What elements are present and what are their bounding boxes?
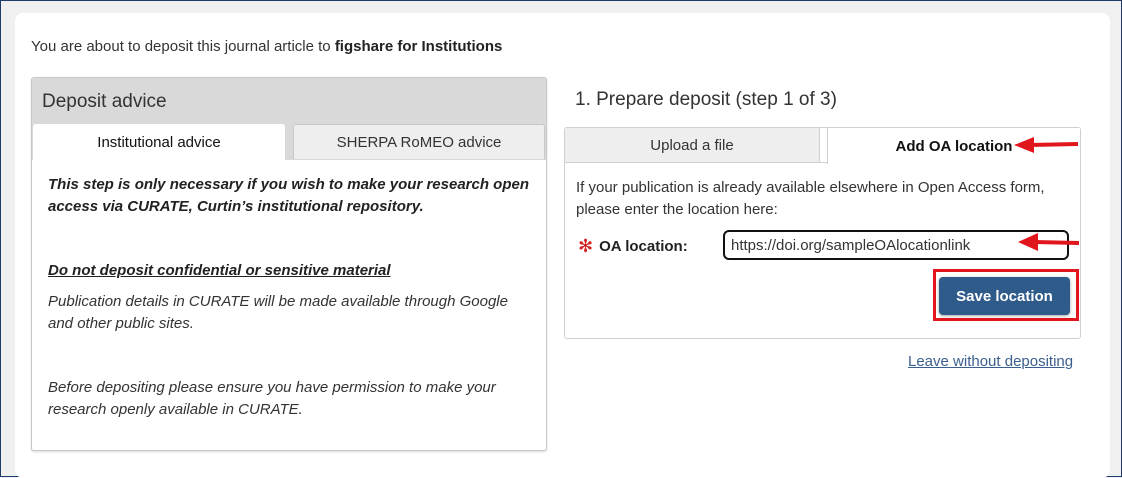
screenshot-frame: You are about to deposit this journal ar… [0,0,1122,478]
oa-help-text: If your publication is already available… [576,179,1045,218]
tab-institutional-advice[interactable]: Institutional advice [33,124,285,160]
deposit-tabs: Upload a file Add OA location [565,128,1080,164]
tab-sherpa-romeo-advice[interactable]: SHERPA RoMEO advice [293,124,545,159]
arrow-left-icon [1014,137,1079,153]
tab-label: Institutional advice [97,134,221,151]
save-location-button[interactable]: Save location [939,277,1070,315]
advice-publication-details: Publication details in CURATE will be ma… [48,293,508,332]
deposit-advice-panel: Deposit advice Institutional advice SHER… [31,77,547,451]
required-asterisk-icon: ✻ [578,236,594,256]
intro-prefix: You are about to deposit this journal ar… [31,38,335,55]
advice-intro-paragraph: This step is only necessary if you wish … [48,176,530,215]
tab-label: Add OA location [895,137,1013,155]
deposit-card: You are about to deposit this journal ar… [15,13,1110,478]
advice-warning: Do not deposit confidential or sensitive… [48,262,391,279]
deposit-advice-header: Deposit advice Institutional advice SHER… [32,78,546,160]
step-title: 1. Prepare deposit (step 1 of 3) [575,89,837,110]
tab-label: SHERPA RoMEO advice [336,133,502,151]
oa-location-label: ✻ OA location: [578,236,688,257]
tab-upload-file[interactable]: Upload a file [565,128,820,163]
leave-without-depositing-link[interactable]: Leave without depositing [908,353,1073,370]
tab-label: Upload a file [650,136,734,154]
oa-location-label-text: OA location: [599,238,688,255]
advice-permission-note: Before depositing please ensure you have… [48,379,496,418]
tab-gap [820,128,827,163]
arrow-left-icon [1018,233,1080,251]
intro-target: figshare for Institutions [334,38,503,55]
institutional-advice-content: This step is only necessary if you wish … [48,174,533,421]
deposit-advice-title: Deposit advice [42,91,167,112]
intro-text: You are about to deposit this journal ar… [31,38,502,55]
